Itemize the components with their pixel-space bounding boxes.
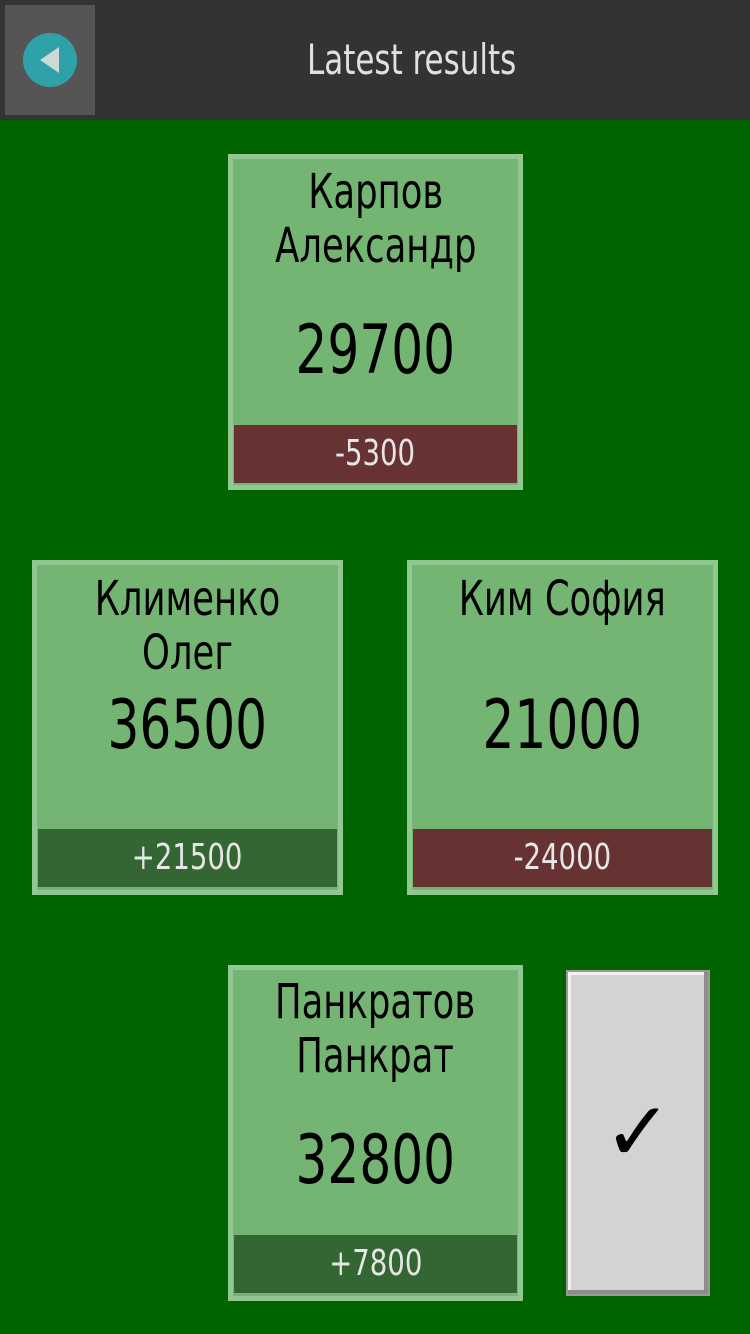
back-arrow-circle-icon: [23, 33, 77, 87]
player-delta: +7800: [234, 1235, 517, 1293]
player-card-right: Ким София 21000 -24000: [407, 560, 718, 895]
player-delta: +21500: [38, 829, 337, 887]
confirm-button[interactable]: ✓: [566, 970, 710, 1296]
player-card-left: Клименко Олег 36500 +21500: [32, 560, 343, 895]
player-delta: -24000: [413, 829, 712, 887]
player-name: Клименко Олег: [94, 571, 281, 681]
player-card-top: Карпов Александр 29700 -5300: [228, 154, 523, 490]
player-score: 36500: [107, 686, 268, 765]
page-title: Latest results: [307, 35, 517, 84]
player-score: 29700: [295, 311, 456, 390]
back-button[interactable]: [5, 5, 95, 115]
player-name: Панкратов Панкрат: [275, 974, 476, 1084]
player-score: 21000: [482, 686, 643, 765]
player-delta: -5300: [234, 425, 517, 483]
player-card-bottom: Панкратов Панкрат 32800 +7800: [228, 965, 523, 1301]
player-name: Ким София: [458, 571, 667, 627]
player-name: Карпов Александр: [274, 164, 477, 274]
player-score: 32800: [295, 1121, 456, 1200]
checkmark-icon: ✓: [603, 1085, 673, 1180]
top-bar: Latest results: [0, 0, 750, 120]
